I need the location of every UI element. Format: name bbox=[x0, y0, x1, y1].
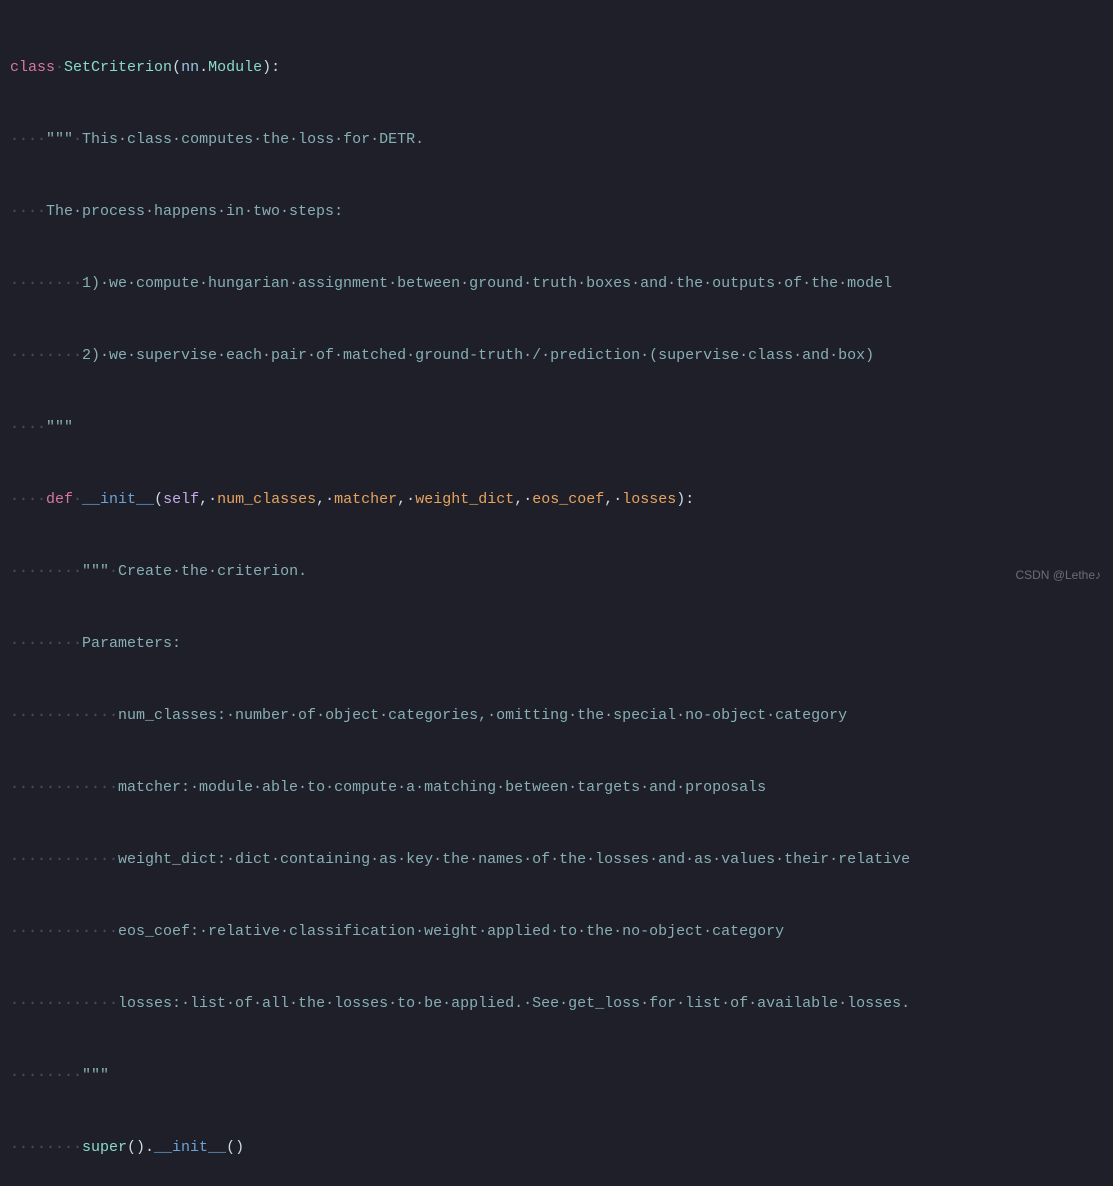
class-name: SetCriterion bbox=[64, 56, 172, 80]
param: weight_dict bbox=[415, 488, 514, 512]
param: eos_coef bbox=[532, 488, 604, 512]
param: losses bbox=[622, 488, 676, 512]
code-line: ············matcher:·module·able·to·comp… bbox=[10, 776, 1113, 800]
docstring-text: Parameters: bbox=[82, 632, 181, 656]
code-line: ········Parameters: bbox=[10, 632, 1113, 656]
watermark: CSDN @Lethe♪ bbox=[1015, 563, 1101, 587]
function-name: __init__ bbox=[82, 488, 154, 512]
docstring-quote: """ bbox=[46, 128, 73, 152]
code-line: ········""" bbox=[10, 1064, 1113, 1088]
docstring-text: weight_dict:·dict·containing·as·key·the·… bbox=[118, 848, 910, 872]
param: matcher bbox=[334, 488, 397, 512]
code-line: ············weight_dict:·dict·containing… bbox=[10, 848, 1113, 872]
docstring-quote: """ bbox=[82, 1064, 109, 1088]
code-line: ····def·__init__(self,·num_classes,·matc… bbox=[10, 488, 1113, 512]
code-line: ····"""·This·class·computes·the·loss·for… bbox=[10, 128, 1113, 152]
code-line: ············eos_coef:·relative·classific… bbox=[10, 920, 1113, 944]
docstring-text: matcher:·module·able·to·compute·a·matchi… bbox=[118, 776, 766, 800]
docstring-text: 1)·we·compute·hungarian·assignment·betwe… bbox=[82, 272, 892, 296]
code-line: ········2)·we·supervise·each·pair·of·mat… bbox=[10, 344, 1113, 368]
code-line: ········super().__init__() bbox=[10, 1136, 1113, 1160]
code-line: class·SetCriterion(nn.Module): bbox=[10, 56, 1113, 80]
docstring-text: losses:·list·of·all·the·losses·to·be·app… bbox=[118, 992, 910, 1016]
docstring-text: Create·the·criterion. bbox=[118, 560, 307, 584]
docstring-text: num_classes:·number·of·object·categories… bbox=[118, 704, 847, 728]
code-line: ············losses:·list·of·all·the·loss… bbox=[10, 992, 1113, 1016]
param: num_classes bbox=[217, 488, 316, 512]
keyword-class: class bbox=[10, 56, 55, 80]
docstring-text: The·process·happens·in·two·steps: bbox=[46, 200, 343, 224]
docstring-quote: """ bbox=[82, 560, 109, 584]
docstring-text: 2)·we·supervise·each·pair·of·matched·gro… bbox=[82, 344, 874, 368]
builtin-super: super bbox=[82, 1136, 127, 1160]
code-line: ········"""·Create·the·criterion. bbox=[10, 560, 1113, 584]
code-editor: class·SetCriterion(nn.Module): ····"""·T… bbox=[0, 0, 1113, 1186]
docstring-text: This·class·computes·the·loss·for·DETR. bbox=[82, 128, 424, 152]
docstring-text: eos_coef:·relative·classification·weight… bbox=[118, 920, 784, 944]
docstring-quote: """ bbox=[46, 416, 73, 440]
code-line: ····The·process·happens·in·two·steps: bbox=[10, 200, 1113, 224]
code-line: ············num_classes:·number·of·objec… bbox=[10, 704, 1113, 728]
keyword-def: def bbox=[46, 488, 73, 512]
ws-dot: · bbox=[55, 56, 64, 80]
param-self: self bbox=[163, 488, 199, 512]
code-line: ····""" bbox=[10, 416, 1113, 440]
indent-dots: ···· bbox=[10, 128, 46, 152]
method-call: __init__ bbox=[154, 1136, 226, 1160]
code-line: ········1)·we·compute·hungarian·assignme… bbox=[10, 272, 1113, 296]
